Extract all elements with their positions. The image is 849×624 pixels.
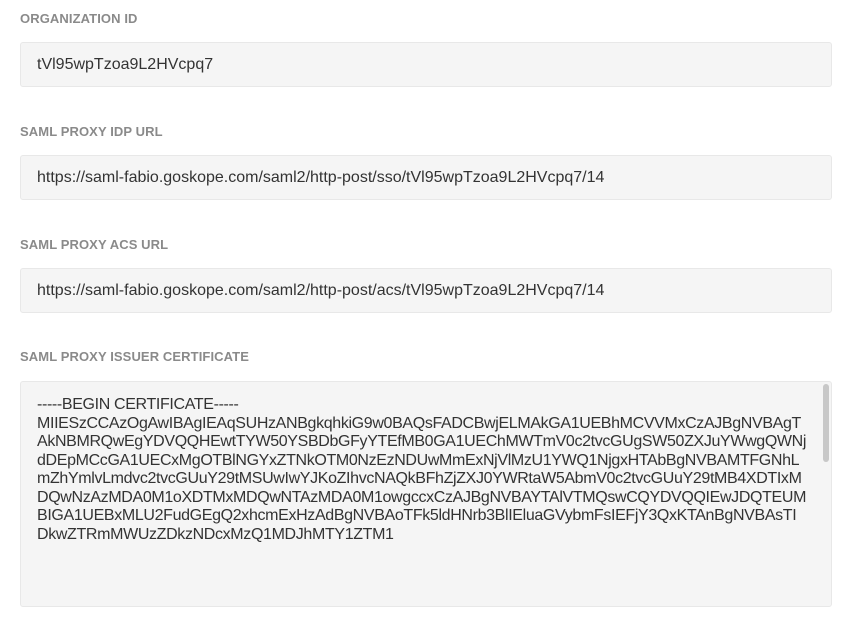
acs-url-label: SAML PROXY ACS URL (20, 237, 169, 252)
scrollbar-track[interactable] (823, 384, 829, 604)
organization-id-field[interactable]: tVl95wpTzoa9L2HVcpq7 (20, 42, 832, 87)
issuer-certificate-textarea[interactable]: -----BEGIN CERTIFICATE----- MIIESzCCAzOg… (20, 381, 832, 607)
acs-url-field[interactable]: https://saml-fabio.goskope.com/saml2/htt… (20, 268, 832, 313)
issuer-certificate-label: SAML PROXY ISSUER CERTIFICATE (20, 349, 249, 364)
idp-url-label: SAML PROXY IDP URL (20, 124, 163, 139)
organization-id-label: ORGANIZATION ID (20, 11, 138, 26)
scrollbar-thumb[interactable] (823, 384, 829, 462)
issuer-certificate-text: -----BEGIN CERTIFICATE----- MIIESzCCAzOg… (37, 396, 807, 543)
idp-url-field[interactable]: https://saml-fabio.goskope.com/saml2/htt… (20, 155, 832, 200)
